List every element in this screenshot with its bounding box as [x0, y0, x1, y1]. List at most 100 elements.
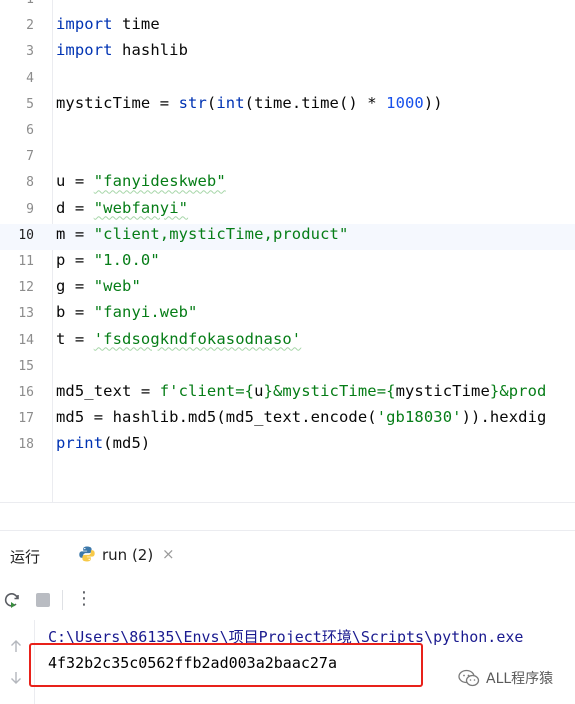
code-token: 1000	[386, 93, 424, 112]
code-token: u	[254, 382, 264, 400]
code-token: m =	[56, 224, 94, 243]
line-number: 2	[26, 18, 34, 34]
python-icon	[79, 546, 95, 562]
code-line[interactable]: 10 m = "client,mysticTime,product"	[0, 223, 575, 250]
code-line[interactable]: 7	[0, 145, 575, 171]
code-token: import	[56, 15, 113, 34]
code-token: import	[56, 41, 113, 60]
code-text: b = "fanyi.web"	[56, 303, 197, 321]
code-token: f'client={	[159, 382, 255, 400]
code-line[interactable]: 5 mysticTime = str(int(time.time() * 1000…	[0, 93, 575, 119]
code-text: print(md5)	[56, 434, 150, 452]
code-token: hashlib	[112, 41, 189, 60]
code-text: d = "webfanyi"	[56, 199, 188, 217]
line-number: 17	[18, 411, 34, 427]
editor-spacer	[0, 503, 575, 530]
code-token: (	[206, 93, 217, 112]
line-number: 8	[26, 175, 34, 191]
code-token: "web"	[93, 277, 141, 296]
code-line[interactable]: 16 md5_text = f'client={u}&mysticTime={my…	[0, 381, 575, 407]
code-text: m = "client,mysticTime,product"	[56, 225, 348, 243]
code-text: mysticTime = str(int(time.time() * 1000)…	[56, 94, 443, 112]
code-line[interactable]: 14 t = 'fsdsogkndfokasodnaso'	[0, 329, 575, 355]
code-line[interactable]: 4	[0, 67, 575, 93]
line-number: 18	[18, 437, 34, 453]
code-line[interactable]: 18 print(md5)	[0, 433, 575, 459]
line-number: 1	[0, 0, 34, 7]
code-token: time	[112, 15, 160, 34]
code-token: }&mysticTime={	[263, 382, 396, 400]
scroll-up-icon[interactable]	[8, 638, 24, 654]
code-line[interactable]: 9 d = "webfanyi"	[0, 198, 575, 224]
code-token: mysticTime	[395, 382, 490, 400]
scroll-down-icon[interactable]	[8, 670, 24, 686]
code-text: import hashlib	[56, 41, 188, 59]
code-line[interactable]: 2 import time	[0, 14, 575, 40]
tool-window-title: 运行	[10, 548, 41, 566]
code-token: str	[178, 93, 207, 112]
code-token: 'fsdsogkndfokasodnaso'	[93, 329, 302, 348]
toolbar-separator	[62, 590, 63, 610]
code-line[interactable]: 6	[0, 119, 575, 145]
code-text: t = 'fsdsogkndfokasodnaso'	[56, 330, 301, 348]
code-line[interactable]: 11 p = "1.0.0"	[0, 250, 575, 276]
code-token: "fanyideskweb"	[93, 172, 226, 191]
watermark: ALL程序猿	[458, 667, 553, 689]
code-token: )).hexdig	[461, 408, 547, 427]
code-token: md5_text =	[56, 382, 160, 400]
code-token: int	[216, 93, 245, 112]
code-token: 'gb18030'	[376, 408, 462, 427]
code-line[interactable]: 3 import hashlib	[0, 40, 575, 66]
output-highlight-box	[29, 643, 423, 687]
run-tool-window-header: 运行 run (2) ×	[0, 530, 575, 580]
code-token: (md5)	[103, 434, 151, 453]
code-editor[interactable]: 12import time3import hashlib45mysticTime…	[0, 0, 575, 502]
tab-run[interactable]: run (2) ×	[66, 531, 186, 580]
code-token: g =	[56, 277, 94, 296]
code-token: md5 = hashlib.md5(md5_text.encode(	[56, 408, 377, 427]
code-token: print	[56, 434, 104, 453]
code-line[interactable]: 13 b = "fanyi.web"	[0, 302, 575, 328]
line-number: 15	[18, 358, 34, 374]
code-token: }&prod	[489, 382, 547, 400]
code-text: g = "web"	[56, 277, 141, 295]
line-number: 11	[18, 254, 34, 269]
wechat-icon	[458, 669, 480, 687]
code-token: t =	[56, 329, 94, 348]
stop-icon[interactable]	[33, 590, 53, 610]
code-token: "client,mysticTime,product"	[93, 224, 349, 243]
code-text: md5_text = f'client={u}&mysticTime={myst…	[56, 382, 546, 400]
line-number: 7	[26, 149, 34, 165]
code-token: "1.0.0"	[93, 251, 160, 269]
code-token: "webfanyi"	[93, 198, 189, 217]
code-token: ))	[423, 93, 443, 112]
code-line[interactable]: 12 g = "web"	[0, 276, 575, 302]
line-number: 5	[26, 96, 34, 112]
code-text: u = "fanyideskweb"	[56, 172, 226, 190]
line-number: 3	[26, 44, 34, 60]
tab-run-label: run (2)	[102, 546, 154, 564]
more-vertical-icon[interactable]: ⋮	[74, 588, 94, 609]
line-number: 9	[26, 201, 34, 217]
line-number: 16	[18, 385, 34, 400]
close-icon[interactable]: ×	[162, 545, 175, 563]
watermark-text: ALL程序猿	[486, 671, 554, 687]
code-text: md5 = hashlib.md5(md5_text.encode('gb180…	[56, 408, 546, 426]
line-number: 6	[26, 123, 34, 138]
code-line[interactable]: 17 md5 = hashlib.md5(md5_text.encode('gb1…	[0, 407, 575, 433]
rerun-icon[interactable]	[2, 590, 22, 610]
code-token: "fanyi.web"	[93, 303, 198, 322]
code-line[interactable]: 8 u = "fanyideskweb"	[0, 171, 575, 197]
code-line[interactable]: 15	[0, 355, 575, 381]
line-number: 4	[26, 70, 34, 86]
code-line[interactable]: 1	[0, 0, 575, 14]
code-token: u =	[56, 172, 94, 191]
line-number: 10	[18, 227, 34, 243]
line-number: 14	[18, 332, 34, 348]
code-text: p = "1.0.0"	[56, 251, 160, 269]
code-token: mysticTime =	[56, 93, 179, 112]
line-number: 13	[18, 306, 34, 322]
line-number: 12	[18, 280, 34, 296]
run-toolbar: ⋮	[0, 578, 575, 620]
code-token: b =	[56, 303, 94, 322]
